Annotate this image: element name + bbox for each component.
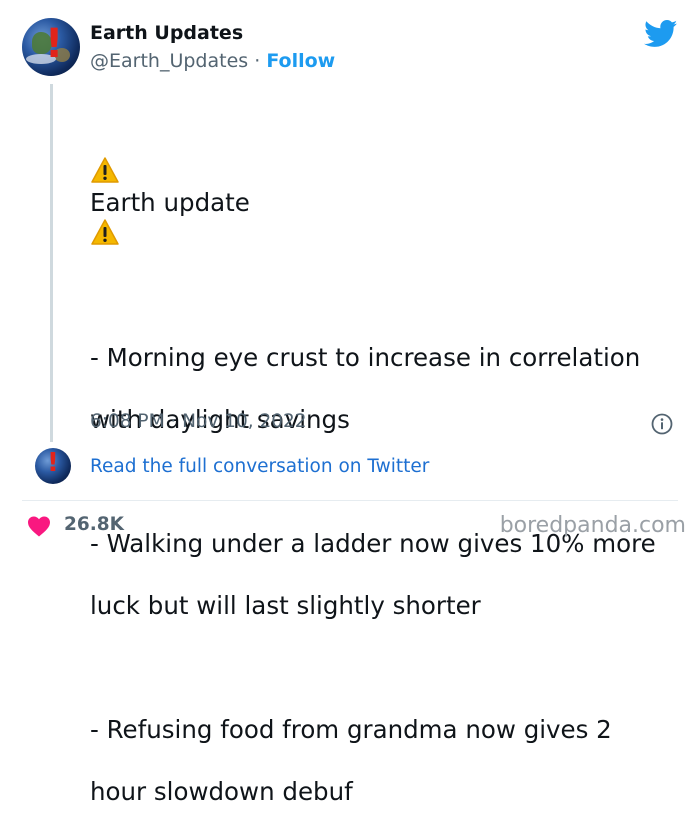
warning-icon	[91, 219, 119, 245]
tweet-line: hour slowdown debuf	[90, 777, 353, 806]
like-count[interactable]: 26.8K	[64, 514, 124, 535]
separator-dot: ·	[254, 50, 261, 72]
tweet-line: luck but will last slightly shorter	[90, 591, 481, 620]
author-avatar[interactable]: !	[22, 18, 80, 76]
heart-icon[interactable]	[27, 515, 51, 537]
follow-button[interactable]: Follow	[266, 50, 335, 72]
author-name[interactable]: Earth Updates	[90, 22, 243, 44]
author-handle[interactable]: @Earth_Updates	[90, 50, 248, 72]
tweet-heading: Earth update	[90, 188, 250, 217]
read-conversation-link[interactable]: Read the full conversation on Twitter	[90, 456, 429, 477]
tweet-timestamp[interactable]: 6:08 PM · Nov 10, 2022	[90, 411, 307, 432]
tweet-line: - Morning eye crust to increase in corre…	[90, 343, 641, 372]
author-handle-row: @Earth_Updates · Follow	[90, 50, 335, 72]
info-icon[interactable]	[651, 413, 673, 435]
tweet-heading-line: Earth update	[90, 125, 690, 249]
conversation-avatar[interactable]: !	[35, 448, 71, 484]
twitter-bird-icon[interactable]	[644, 20, 678, 48]
divider	[22, 500, 678, 501]
thread-line	[50, 84, 53, 442]
watermark: boredpanda.com	[499, 513, 686, 538]
tweet-line: - Refusing food from grandma now gives 2	[90, 715, 612, 744]
warning-icon	[91, 157, 119, 183]
